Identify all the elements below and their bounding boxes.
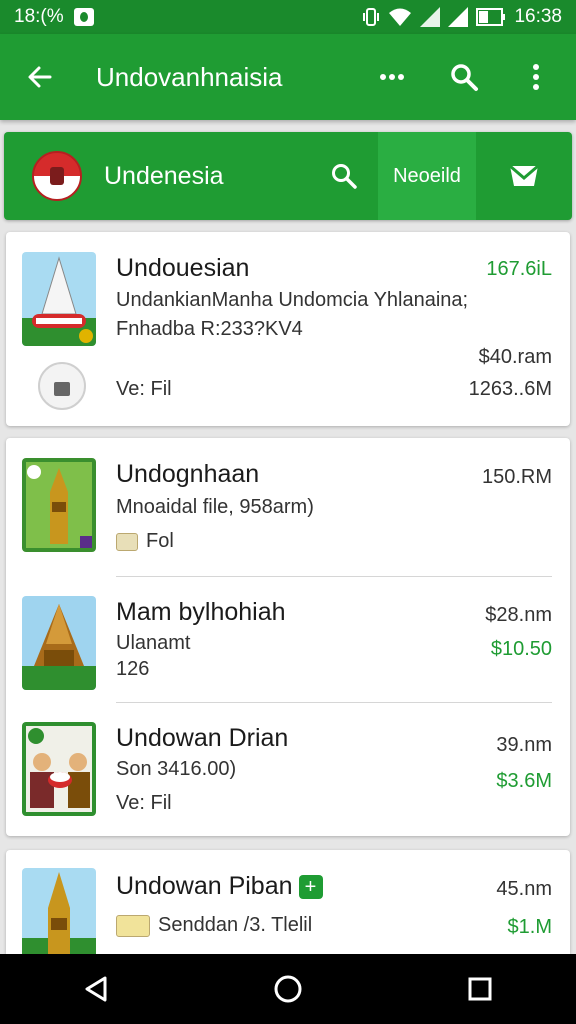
tag-icon bbox=[116, 532, 138, 551]
square-recents-icon bbox=[468, 977, 492, 1001]
app-size: 150.RM bbox=[481, 466, 552, 488]
tab-nearby[interactable]: Neoeild bbox=[378, 132, 476, 220]
signal-icon-2 bbox=[448, 7, 469, 27]
more-horizontal-button[interactable] bbox=[370, 55, 414, 99]
app-thumbnail bbox=[22, 458, 96, 552]
arrow-left-icon bbox=[28, 66, 52, 88]
app-detail: Fnhadba R:233?KV4 bbox=[116, 318, 303, 340]
app-name: Undouesian bbox=[116, 254, 250, 282]
app-bar: Undovanhnaisia bbox=[0, 34, 576, 120]
search-button[interactable] bbox=[442, 55, 486, 99]
app-size: $3.6M bbox=[496, 770, 552, 792]
notification-icon bbox=[73, 8, 94, 26]
app-size: $1.M bbox=[507, 916, 552, 938]
vibrate-icon bbox=[363, 8, 380, 26]
app-thumbnail bbox=[22, 596, 96, 690]
nav-recents-button[interactable] bbox=[450, 959, 510, 1019]
app-price: $40.ram bbox=[478, 346, 552, 368]
app-description: UndankianManha Undomcia Yhlanaina; bbox=[116, 289, 469, 311]
app-thumbnail bbox=[22, 252, 96, 346]
search-icon bbox=[451, 64, 478, 91]
plus-badge-icon: + bbox=[298, 875, 323, 900]
sub-search-button[interactable] bbox=[314, 132, 374, 220]
app-size: $10.50 bbox=[490, 638, 552, 660]
mail-button[interactable] bbox=[476, 132, 572, 220]
app-thumbnail bbox=[22, 722, 96, 816]
app-card[interactable]: Undowan Piban + Senddan /3. Tlelil 45.nm … bbox=[6, 850, 570, 954]
app-name: Mam bylhohiah bbox=[116, 598, 286, 626]
circle-home-icon bbox=[274, 975, 302, 1003]
app-description: Mnoaidal file, 958arm) bbox=[116, 496, 314, 518]
nav-home-button[interactable] bbox=[258, 959, 318, 1019]
status-bar: 18:(% 16:38 bbox=[0, 0, 576, 34]
app-description: Ulanamt bbox=[116, 632, 191, 654]
app-price: 39.nm bbox=[496, 734, 552, 756]
app-name: Undowan Piban + bbox=[116, 872, 323, 901]
app-price: $28.nm bbox=[485, 604, 552, 626]
app-list-card: Undognhaan Mnoaidal file, 958arm) Fol 15… bbox=[6, 438, 570, 836]
app-detail: 126 bbox=[116, 658, 150, 680]
app-downloads: 1263..6M bbox=[468, 378, 552, 400]
app-thumbnail bbox=[22, 868, 96, 954]
status-time-left: 18:(% bbox=[14, 6, 64, 27]
lock-button[interactable] bbox=[38, 362, 86, 410]
app-size: 167.6iL bbox=[486, 258, 552, 280]
overflow-menu-button[interactable] bbox=[514, 55, 558, 99]
flag-logo-icon bbox=[32, 151, 82, 201]
app-description: Senddan /3. Tlelil bbox=[116, 914, 312, 937]
app-name: Undognhaan bbox=[116, 460, 260, 488]
nav-back-button[interactable] bbox=[66, 959, 126, 1019]
app-tag: Fol bbox=[116, 530, 174, 553]
sub-title: Undenesia bbox=[104, 161, 224, 190]
app-description: Son 3416.00) bbox=[116, 758, 237, 780]
back-button[interactable] bbox=[18, 55, 62, 99]
triangle-back-icon bbox=[85, 976, 107, 1002]
wifi-icon bbox=[389, 8, 412, 26]
app-version: Ve: Fil bbox=[116, 378, 172, 400]
search-icon bbox=[332, 164, 357, 189]
tag-icon bbox=[116, 914, 150, 937]
battery-icon bbox=[476, 8, 506, 26]
app-title: Undovanhnaisia bbox=[96, 61, 283, 92]
more-horizontal-icon bbox=[380, 74, 404, 80]
divider bbox=[116, 576, 552, 577]
app-price: 45.nm bbox=[496, 878, 552, 900]
status-time-right: 16:38 bbox=[514, 6, 562, 27]
more-vertical-icon bbox=[533, 64, 539, 90]
app-card[interactable]: Undouesian UndankianManha Undomcia Yhlan… bbox=[6, 232, 570, 426]
app-version: Ve: Fil bbox=[116, 792, 172, 814]
signal-icon-1 bbox=[420, 7, 441, 27]
divider bbox=[116, 702, 552, 703]
sub-toolbar: Undenesia Neoeild bbox=[4, 132, 572, 220]
mail-icon bbox=[509, 164, 539, 186]
app-name: Undowan Drian bbox=[116, 724, 289, 752]
system-navigation-bar bbox=[0, 954, 576, 1024]
